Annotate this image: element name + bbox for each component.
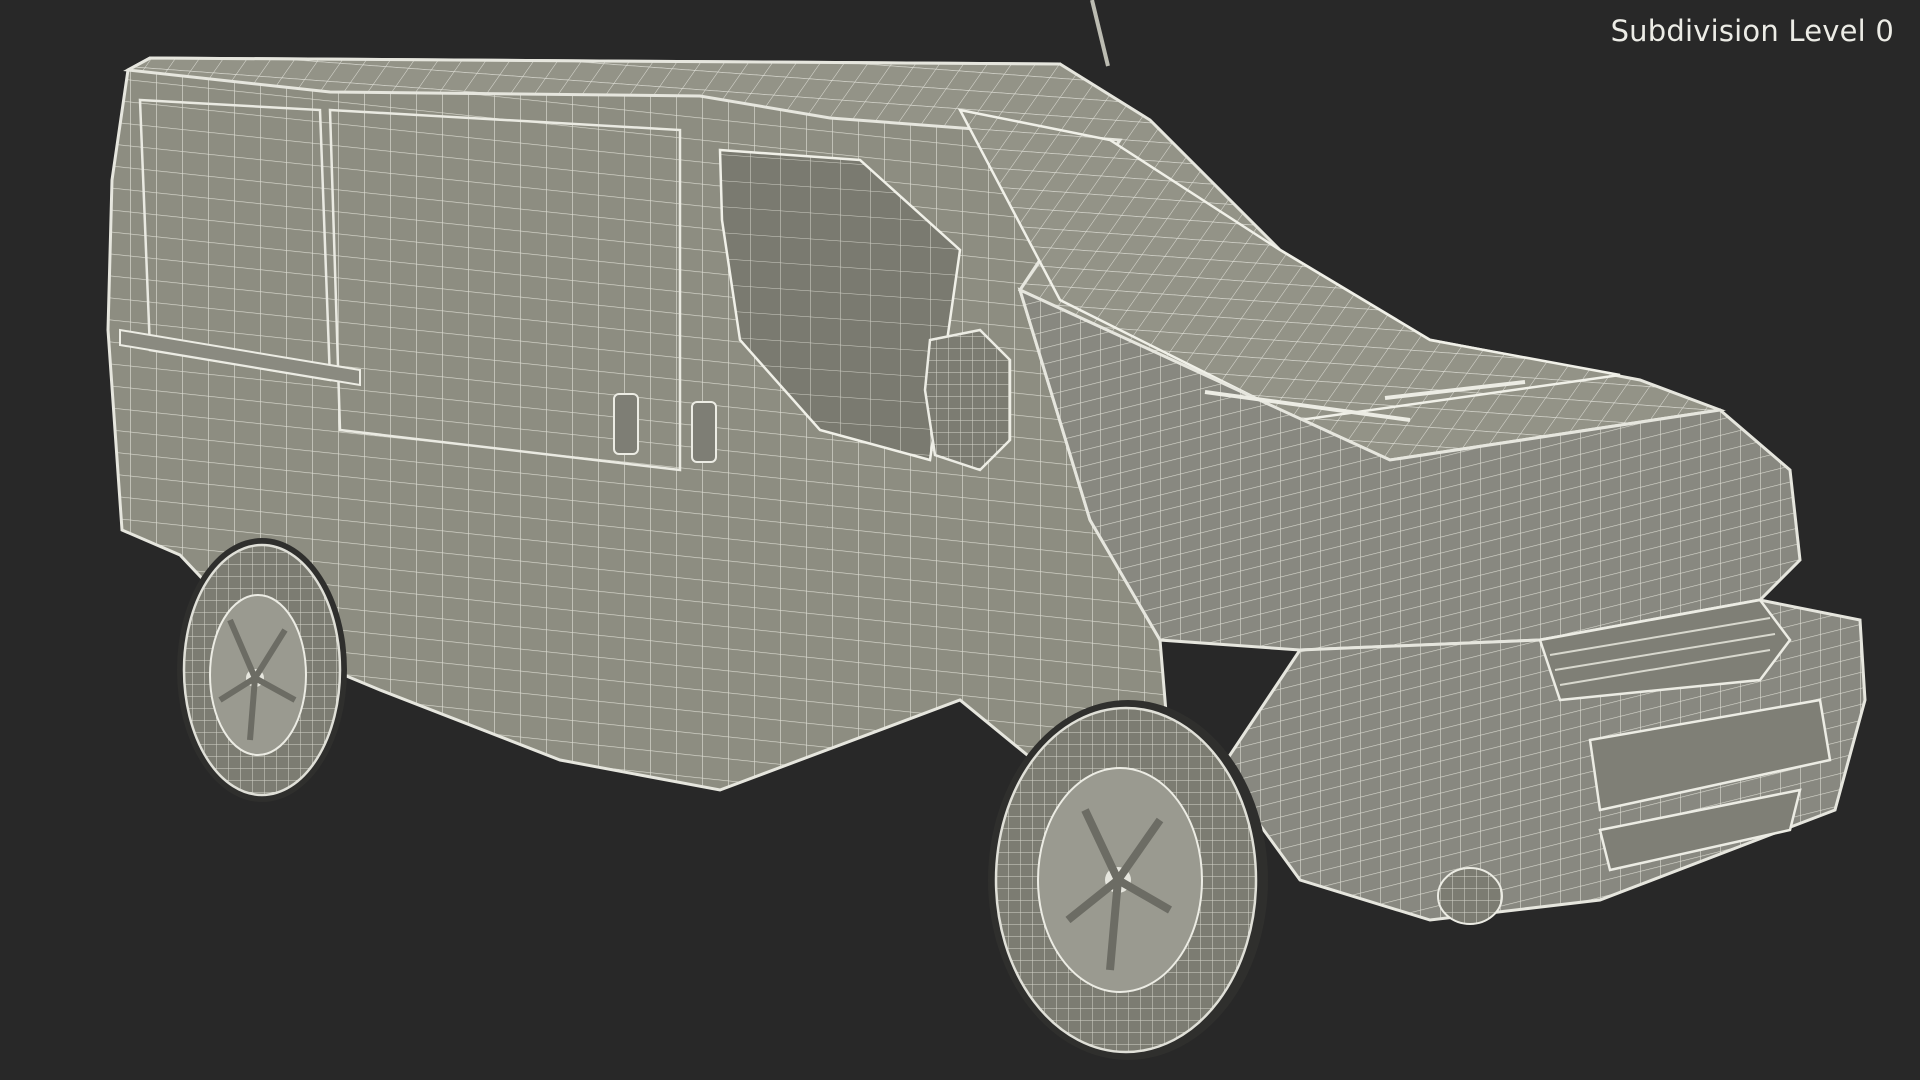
front-wheel [988, 700, 1268, 1060]
antenna [1090, 0, 1110, 67]
fog-lamp [1437, 867, 1503, 925]
rear-wheel [177, 538, 347, 802]
subdivision-level-label: Subdivision Level 0 [1610, 14, 1894, 48]
side-mirror [923, 328, 1012, 472]
render-viewport: Subdivision Level 0 [0, 0, 1920, 1080]
van-wireframe-render [106, 0, 1867, 1060]
